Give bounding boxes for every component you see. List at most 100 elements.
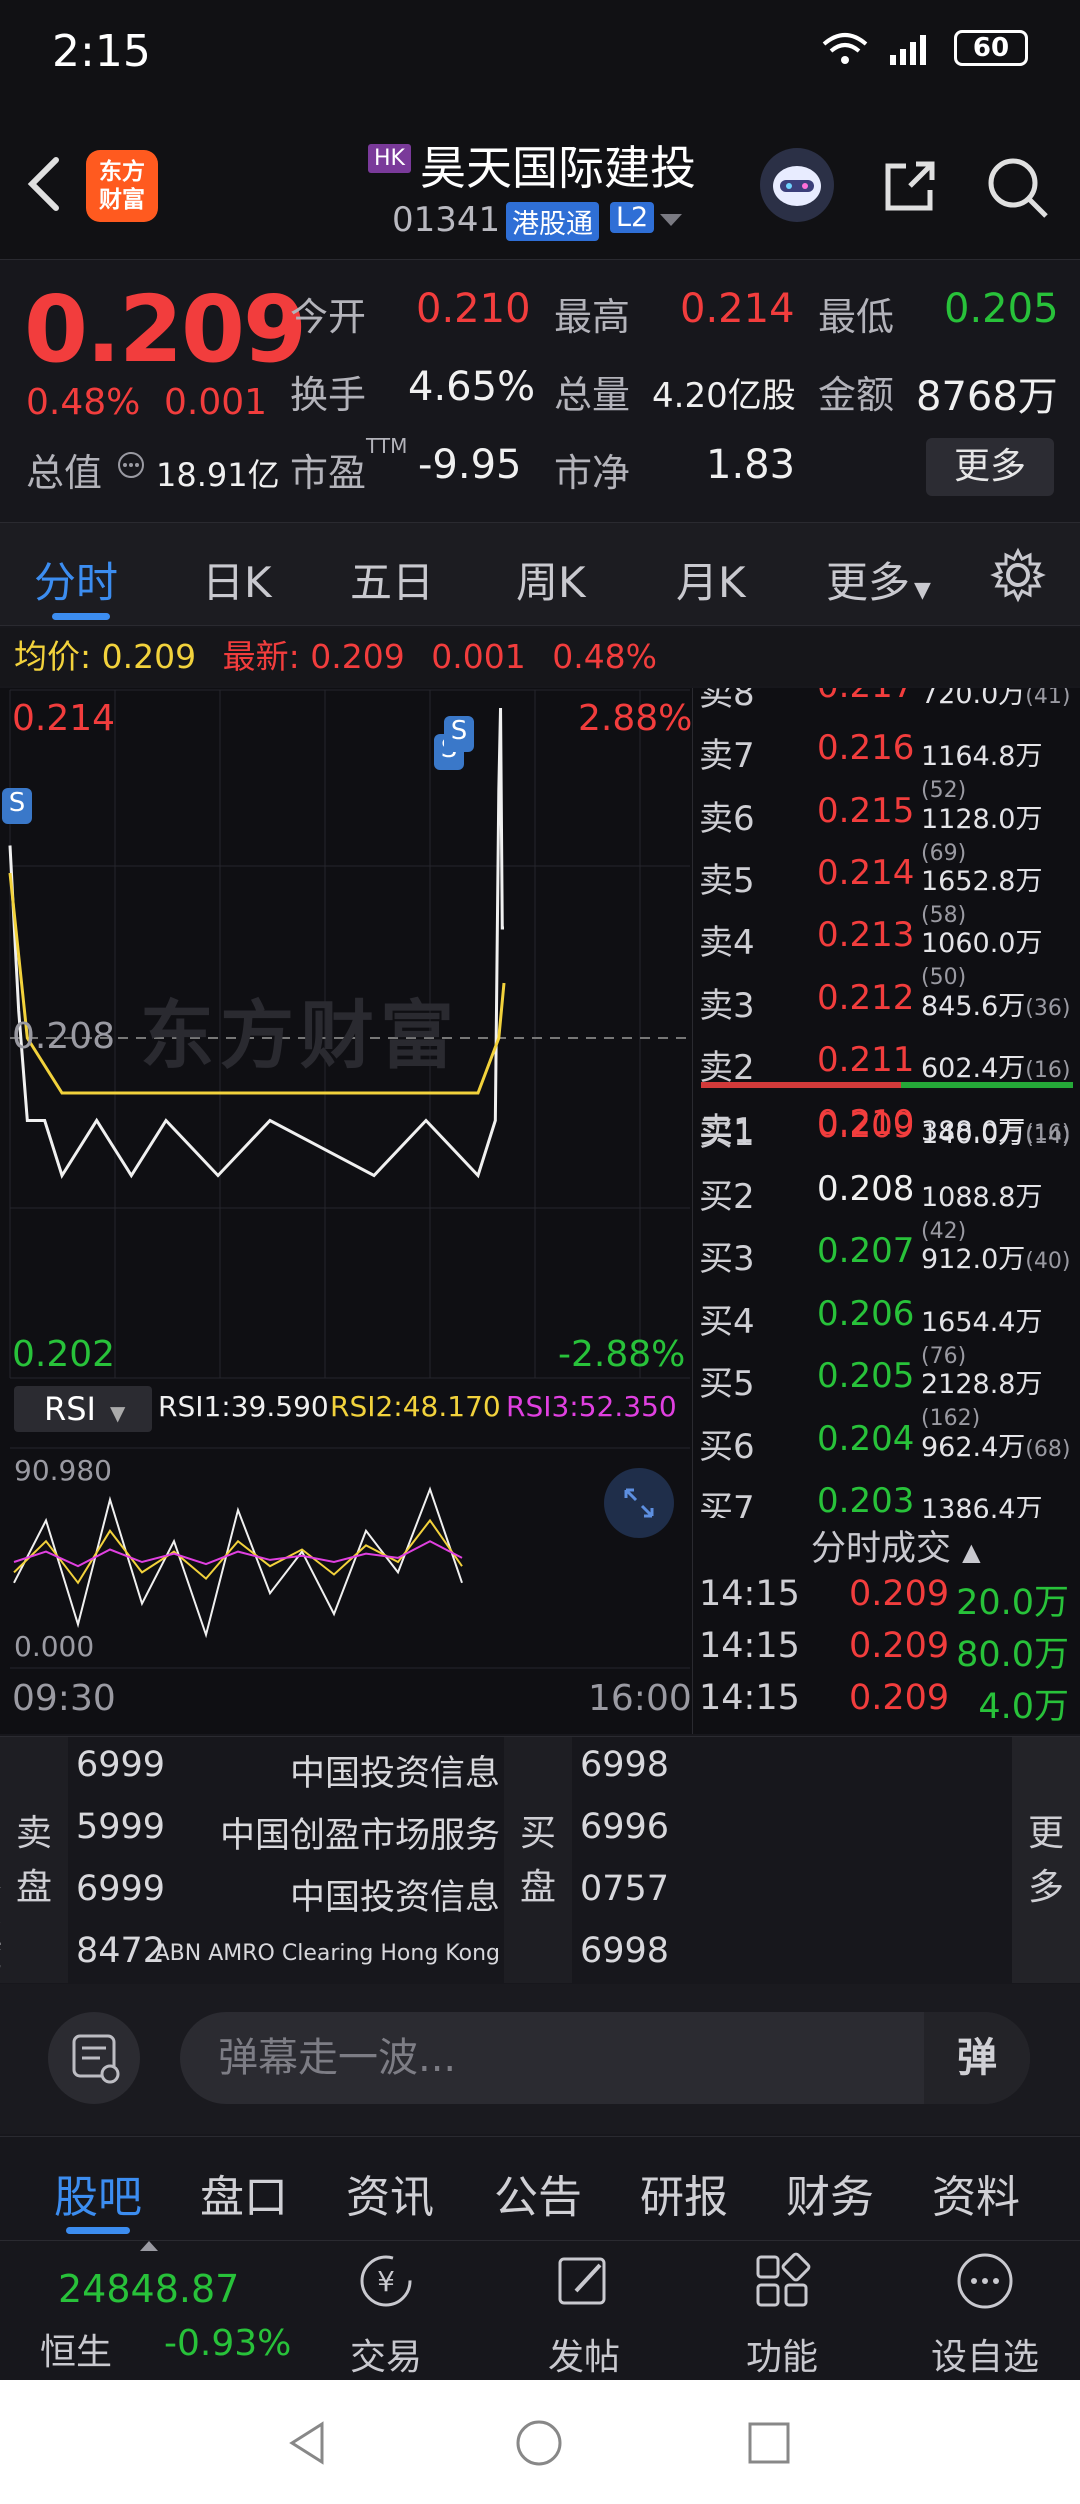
ask-row[interactable]: 卖4 0.213 1060.0万(50) [693, 915, 1080, 990]
bid-row[interactable]: 买3 0.207 912.0万(40) [693, 1231, 1080, 1281]
ask-price: 0.217 [817, 688, 914, 706]
last-label: 最新: [222, 637, 300, 676]
bottom-tab-4[interactable]: 研报 [640, 2161, 728, 2225]
sell-side-label: 卖 盘 [0, 1737, 68, 1983]
change-value: 0.001 [164, 382, 268, 423]
last-price: 0.209 [24, 276, 307, 383]
avg-label: 均价: [14, 637, 92, 676]
tab-daily-k[interactable]: 日K [202, 549, 272, 610]
tab-weekly-k[interactable]: 周K [516, 549, 586, 610]
buy-broker-code[interactable]: 6998 [580, 1745, 669, 1785]
bottom-tab-0[interactable]: 股吧 [54, 2161, 142, 2225]
bid-row[interactable]: 买7 0.2031386.4万(89) [693, 1481, 1080, 1518]
broker-queue: 卖 盘 买 盘 更 多 6999 中国投资信息 5999 中国创盈市场服务 6999 中国… [0, 1736, 1080, 2235]
ask-row[interactable]: 卖3 0.212 845.6万(36) [693, 978, 1080, 1028]
expand-icon[interactable] [604, 1468, 674, 1538]
buy-broker-code[interactable]: 0757 [580, 1869, 669, 1909]
ask-row[interactable]: 卖7 0.216 1164.8万(52) [693, 728, 1080, 803]
ask-row[interactable]: 卖5 0.214 1652.8万(58) [693, 853, 1080, 928]
ask-price: 0.215 [817, 790, 915, 831]
sell-broker-name[interactable]: 中国投资信息 [290, 1869, 500, 1920]
mktcap-label: 总值 [26, 451, 103, 495]
sell-broker-code[interactable]: 6999 [76, 1869, 165, 1909]
share-icon[interactable] [880, 156, 940, 216]
tab-intraday[interactable]: 分时 [34, 549, 118, 610]
sell-broker-name[interactable]: ABN AMRO Clearing Hong Kong [155, 1941, 500, 1966]
battery-icon: 60 [954, 30, 1028, 66]
bottom-tab-5[interactable]: 财务 [786, 2161, 874, 2225]
trade-volume: 4.0万 [978, 1687, 1069, 1727]
stock-header: 东方 财富 HK 昊天国际建投 01341 港股通 L2 [0, 110, 1080, 260]
ask-level-label: 卖7 [699, 736, 755, 777]
wifi-icon [822, 33, 868, 64]
time-end: 16:00 [588, 1678, 692, 1719]
broker-more-button[interactable]: 更 多 [1012, 1737, 1080, 1983]
back-icon[interactable] [22, 154, 70, 214]
bid-row[interactable]: 买1 0.209 140.0万(14) [693, 1106, 1080, 1156]
bottom-tabs: 股吧 盘口 资讯 公告 研报 财务 资料 [0, 2136, 1080, 2240]
bottom-tab-2[interactable]: 资讯 [346, 2161, 434, 2225]
bid-volume: 912.0万(40) [921, 1244, 1071, 1275]
trade-title[interactable]: 分时成交 ▲ [811, 1520, 981, 1571]
function-button[interactable]: 功能 [722, 2251, 842, 2380]
danmaku-button[interactable]: 弹 [924, 2012, 1030, 2104]
bid-price: 0.208 [817, 1168, 915, 1209]
sell-broker-code[interactable]: 8472 [76, 1931, 165, 1971]
buy-broker-code[interactable]: 6998 [580, 1931, 669, 1971]
ask-row[interactable]: 卖8 0.217 720.0万(41) [693, 688, 1080, 716]
trade-button[interactable]: ¥ 交易 [326, 2251, 446, 2380]
bid-price: 0.205 [817, 1356, 915, 1396]
last-change: 0.001 [431, 637, 526, 676]
tab-five-day[interactable]: 五日 [350, 549, 434, 610]
svg-text:¥: ¥ [377, 2265, 395, 2298]
nav-home-icon[interactable] [514, 2418, 564, 2468]
bottom-tab-1[interactable]: 盘口 [200, 2161, 288, 2225]
bottom-tab-3[interactable]: 公告 [494, 2161, 582, 2225]
sell-broker-name[interactable]: 中国投资信息 [290, 1745, 500, 1796]
status-bar: 2:15 60 [0, 0, 1080, 110]
search-icon[interactable] [984, 154, 1050, 220]
tab-more[interactable]: 更多 ▼ [826, 549, 931, 610]
bid-row[interactable]: 买5 0.205 2128.8万(162) [693, 1356, 1080, 1431]
system-nav-bar [0, 2380, 1080, 2504]
post-button[interactable]: 发帖 [524, 2251, 644, 2380]
index-change[interactable]: -0.93% [164, 2323, 291, 2364]
rsi-max: 90.980 [14, 1454, 112, 1487]
settings-icon[interactable] [990, 547, 1046, 603]
comment-settings-icon[interactable] [48, 2012, 140, 2104]
low-label: 最低 [818, 295, 895, 339]
app-logo[interactable]: 东方 财富 [86, 150, 158, 222]
sell-broker-code[interactable]: 5999 [76, 1807, 165, 1847]
intraday-chart[interactable]: 东方财富 0.214 2.88% 0.208 0.202 -2.88% S S … [0, 688, 692, 1734]
trade-ticker[interactable]: 分时成交 ▲ 14:15 0.209 20.0万 14:15 0.209 80.0万 14:… [692, 1518, 1080, 1734]
ask-row[interactable]: 卖6 0.215 1128.0万(69) [693, 790, 1080, 866]
ask-level-label: 卖4 [699, 923, 755, 964]
index-name[interactable]: 恒生 [40, 2323, 112, 2375]
ask-price: 0.214 [817, 853, 915, 894]
bid-row[interactable]: 买2 0.208 1088.8万(42) [693, 1168, 1080, 1244]
comment-input[interactable]: 弹幕走一波... [180, 2012, 1030, 2104]
ask-price: 0.211 [817, 1040, 915, 1081]
sell-broker-name[interactable]: 中国创盈市场服务 [220, 1807, 500, 1858]
assistant-avatar[interactable] [760, 148, 834, 222]
chevron-down-icon[interactable] [660, 214, 682, 228]
bottom-tab-6[interactable]: 资料 [932, 2161, 1020, 2225]
nav-recents-icon[interactable] [744, 2418, 794, 2468]
chart-mid-price: 0.208 [12, 1016, 116, 1057]
nav-back-icon[interactable] [282, 2418, 332, 2468]
high-label: 最高 [554, 295, 631, 339]
more-button[interactable]: 更多 [926, 438, 1054, 496]
bid-level-label: 买2 [699, 1176, 755, 1217]
buy-broker-code[interactable]: 6996 [580, 1807, 669, 1847]
info-icon[interactable] [116, 450, 146, 480]
index-value[interactable]: 24848.87 [58, 2267, 239, 2311]
bid-row[interactable]: 买6 0.204 962.4万(68) [693, 1419, 1080, 1469]
sell-broker-code[interactable]: 6999 [76, 1745, 165, 1785]
sell-marker[interactable]: S [444, 716, 474, 752]
add-watchlist-button[interactable]: 设自选 [920, 2251, 1050, 2380]
bid-row[interactable]: 买4 0.206 1654.4万(76) [693, 1294, 1080, 1369]
tab-monthly-k[interactable]: 月K [676, 549, 746, 610]
indicator-select[interactable]: RSI ▼ [14, 1386, 152, 1432]
bid-price: 0.209 [817, 1106, 915, 1146]
sell-marker[interactable]: S [2, 788, 32, 824]
